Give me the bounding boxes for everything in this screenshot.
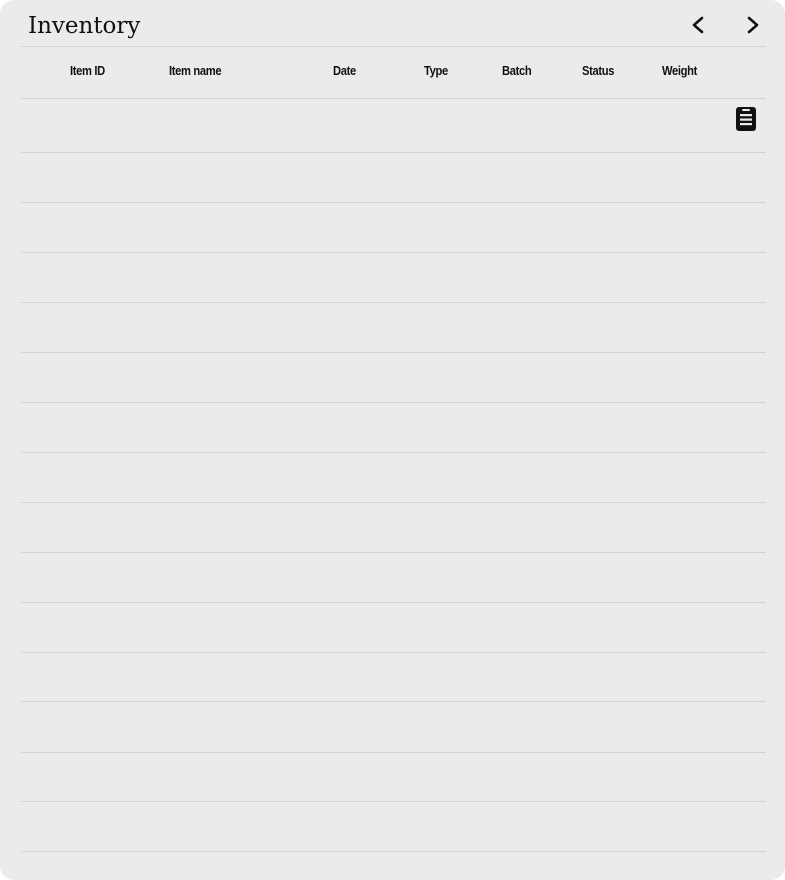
previous-page-button[interactable] bbox=[686, 12, 712, 38]
column-header-batch[interactable]: Batch bbox=[502, 62, 532, 80]
header-divider bbox=[21, 46, 766, 47]
table-row[interactable] bbox=[21, 503, 766, 552]
table-row[interactable] bbox=[21, 253, 766, 302]
chevron-left-icon bbox=[692, 16, 704, 34]
column-header-item-name[interactable]: Item name bbox=[169, 62, 222, 80]
table-row[interactable] bbox=[21, 303, 766, 352]
table-row[interactable] bbox=[21, 702, 766, 752]
page-title: Inventory bbox=[28, 13, 141, 39]
column-header-weight[interactable]: Weight bbox=[662, 62, 697, 80]
table-row[interactable] bbox=[21, 653, 766, 701]
table-row[interactable] bbox=[21, 403, 766, 452]
document-list-icon bbox=[736, 107, 756, 131]
inventory-panel: Inventory Item ID Item name Date Type Ba… bbox=[0, 0, 785, 880]
table-row[interactable] bbox=[21, 553, 766, 602]
table-row[interactable] bbox=[21, 603, 766, 652]
chevron-right-icon bbox=[747, 16, 759, 34]
table-row[interactable] bbox=[21, 353, 766, 402]
table-row[interactable] bbox=[21, 153, 766, 202]
next-page-button[interactable] bbox=[740, 12, 766, 38]
table-row[interactable] bbox=[21, 99, 766, 152]
table-row[interactable] bbox=[21, 203, 766, 252]
column-header-status[interactable]: Status bbox=[582, 62, 614, 80]
column-header-item-id[interactable]: Item ID bbox=[70, 62, 105, 80]
column-header-date[interactable]: Date bbox=[333, 62, 356, 80]
row-details-button[interactable] bbox=[735, 106, 757, 132]
column-header-type[interactable]: Type bbox=[424, 62, 448, 80]
row-divider bbox=[21, 851, 766, 852]
table-row[interactable] bbox=[21, 753, 766, 801]
table-row[interactable] bbox=[21, 802, 766, 851]
table-row[interactable] bbox=[21, 453, 766, 502]
